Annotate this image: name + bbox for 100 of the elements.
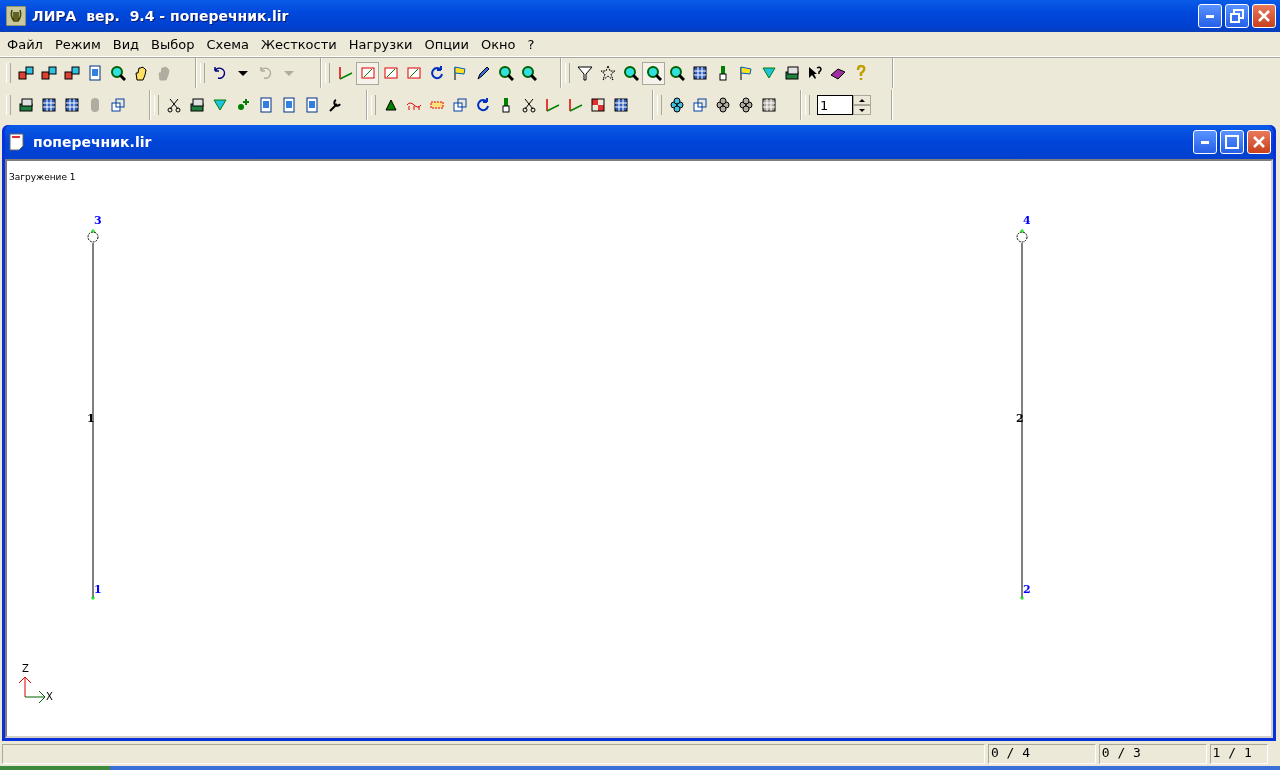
- axes-icon: [543, 97, 560, 113]
- menu-item[interactable]: Опции: [419, 36, 476, 52]
- menu-item[interactable]: Схема: [201, 36, 257, 52]
- menu-item[interactable]: Вид: [107, 36, 147, 52]
- magnifier-icon: [645, 65, 662, 81]
- magnifier-icon: [668, 65, 685, 81]
- document-icon: [280, 97, 297, 113]
- stack-icon: [783, 65, 800, 81]
- menu-item[interactable]: ?: [522, 36, 542, 52]
- triangle-icon: [760, 65, 777, 81]
- rotate-arrow-icon: [428, 65, 445, 81]
- status-cell: 0 / 3: [1098, 744, 1207, 764]
- close-icon: [1253, 136, 1265, 148]
- lyre-icon: [6, 6, 26, 26]
- close-button[interactable]: [1247, 130, 1271, 154]
- funnel-icon: [576, 65, 593, 81]
- clover-icon: [737, 97, 754, 113]
- node-number: 3: [94, 214, 102, 227]
- document-icon: [9, 133, 27, 151]
- status-cell: 1 / 1: [1209, 744, 1268, 764]
- grid-icon: [612, 97, 629, 113]
- toolbar-button[interactable]: [642, 61, 665, 85]
- squares-icon: [63, 65, 80, 81]
- hand-icon: [155, 65, 172, 81]
- node-number: 1: [94, 583, 102, 596]
- triangle-icon: [211, 97, 228, 113]
- axes-icon: [336, 65, 353, 81]
- restore-button[interactable]: [1225, 4, 1249, 28]
- maximize-button[interactable]: [1220, 130, 1244, 154]
- node-marker: [1019, 228, 1025, 234]
- undo-arrow-icon: [211, 65, 228, 81]
- flag-icon: [451, 65, 468, 81]
- load-case-field[interactable]: 1: [817, 95, 853, 115]
- scissors-icon: [520, 97, 537, 113]
- star-icon: [599, 65, 616, 81]
- menu-item[interactable]: Выбор: [146, 36, 202, 52]
- document-icon: [86, 65, 103, 81]
- spin-up-button[interactable]: [853, 95, 871, 105]
- axis-label: Z: [22, 663, 29, 674]
- clover-icon: [714, 97, 731, 113]
- cubes-icon: [109, 97, 126, 113]
- close-button[interactable]: [1252, 4, 1276, 28]
- rotate-arrow-icon: [474, 97, 491, 113]
- restore-icon: [1230, 9, 1244, 23]
- axis-arrows: [18, 676, 46, 704]
- node-marker: [90, 595, 96, 601]
- grid-icon: [63, 97, 80, 113]
- flag-icon: [737, 65, 754, 81]
- pointer-question-icon: [806, 65, 823, 81]
- plane-icon: [359, 65, 376, 81]
- menu-item[interactable]: Файл: [2, 36, 50, 52]
- magnifier-icon: [622, 65, 639, 81]
- maximize-icon: [1225, 135, 1239, 149]
- grid-icon: [691, 65, 708, 81]
- plane-icon: [405, 65, 422, 81]
- minimize-button[interactable]: [1193, 130, 1217, 154]
- down-arrow-icon: [859, 108, 865, 112]
- magnifier-icon: [109, 65, 126, 81]
- node-number: 4: [1023, 214, 1031, 227]
- menu-item[interactable]: Нагрузки: [343, 36, 420, 52]
- menu-item[interactable]: Жесткости: [256, 36, 344, 52]
- hand-icon: [132, 65, 149, 81]
- node-number: 2: [1023, 583, 1031, 596]
- document-title: поперечник.lir: [33, 134, 153, 150]
- minimize-icon: [1201, 140, 1209, 144]
- menu-item[interactable]: Окно: [475, 36, 523, 52]
- spin-down-button[interactable]: [853, 105, 871, 115]
- close-icon: [1258, 10, 1270, 22]
- undo-arrow-icon: [257, 65, 274, 81]
- status-cell: 0 / 4: [987, 744, 1096, 764]
- cubes-icon: [691, 97, 708, 113]
- magnifier-icon: [520, 65, 537, 81]
- checker-icon: [589, 97, 606, 113]
- grid-icon: [760, 97, 777, 113]
- pencil-icon: [474, 65, 491, 81]
- up-arrow-icon: [859, 98, 865, 102]
- support-icon: [382, 97, 399, 113]
- minimize-icon: [1206, 14, 1214, 18]
- document-icon: [303, 97, 320, 113]
- squares-icon: [40, 65, 57, 81]
- document-icon: [257, 97, 274, 113]
- clover-icon: [668, 97, 685, 113]
- plane-icon: [382, 65, 399, 81]
- bar-number: 2: [1016, 411, 1024, 425]
- node-marker: [90, 228, 96, 234]
- squares-icon: [17, 65, 34, 81]
- axis-label: X: [46, 691, 53, 702]
- grid-icon: [40, 97, 57, 113]
- menu-item[interactable]: Режим: [49, 36, 108, 52]
- minimize-button[interactable]: [1198, 4, 1222, 28]
- node-marker: [1019, 595, 1025, 601]
- scissors-icon: [165, 97, 182, 113]
- magnifier-icon: [497, 65, 514, 81]
- window-title: ЛИРА вер. 9.4 - поперечник.lir: [32, 8, 290, 24]
- stack-icon: [17, 97, 34, 113]
- load-case-label: Загружение 1: [9, 172, 76, 182]
- stack-icon: [188, 97, 205, 113]
- axes-icon: [566, 97, 583, 113]
- cubes-icon: [451, 97, 468, 113]
- bar-number: 1: [87, 411, 95, 425]
